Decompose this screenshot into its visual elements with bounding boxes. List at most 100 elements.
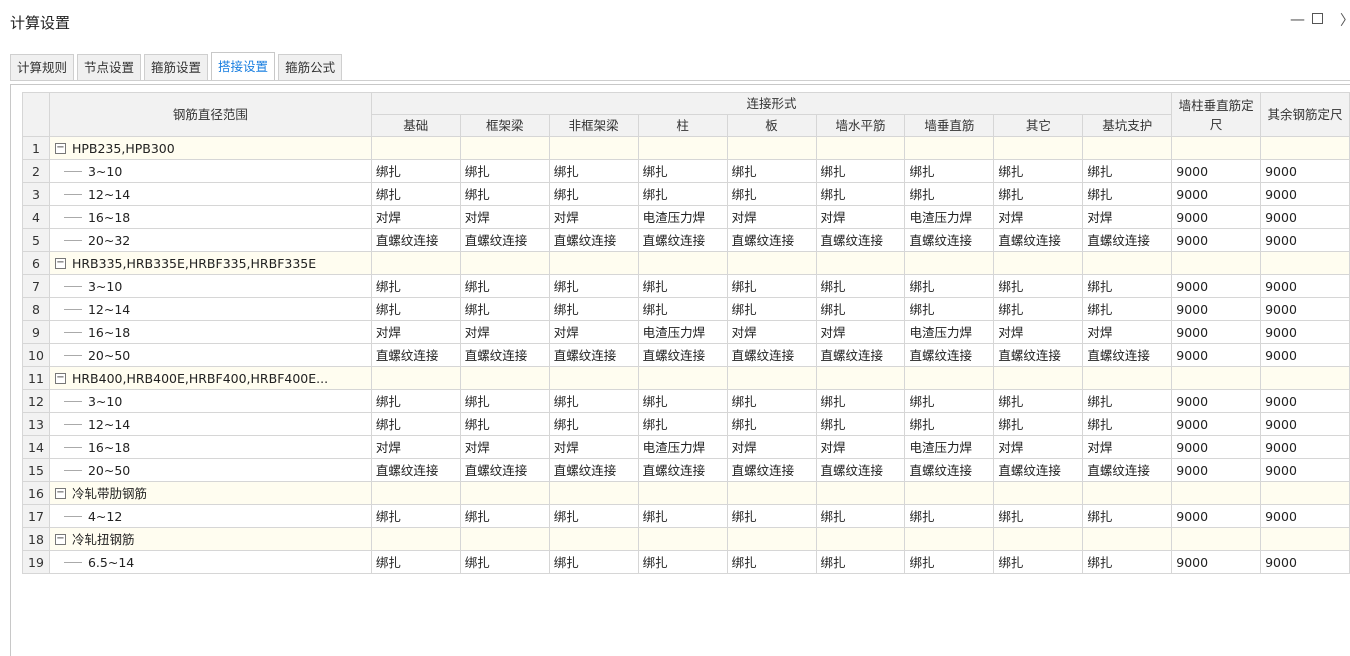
connection-cell[interactable]: 直螺纹连接 — [726, 343, 817, 367]
table-row[interactable]: 4 16~18 对焊 对焊 对焊 电渣压力焊 对焊 对焊 电渣压力焊 对焊 对焊 9000 9000 — [22, 205, 1350, 229]
wall-col-length-cell[interactable]: 9000 — [1171, 320, 1262, 344]
row-number[interactable]: 7 — [22, 274, 50, 298]
other-length-cell[interactable]: 9000 — [1260, 504, 1350, 528]
range-cell[interactable]: 20~32 — [48, 228, 372, 252]
connection-cell[interactable]: 对焊 — [459, 205, 550, 229]
connection-cell[interactable]: 直螺纹连接 — [1082, 458, 1173, 482]
connection-cell[interactable]: 直螺纹连接 — [637, 343, 728, 367]
row-number[interactable]: 18 — [22, 527, 50, 551]
row-number[interactable]: 6 — [22, 251, 50, 275]
table-row[interactable]: 8 12~14 绑扎 绑扎 绑扎 绑扎 绑扎 绑扎 绑扎 绑扎 绑扎 9000 9000 — [22, 297, 1350, 321]
connection-cell[interactable]: 绑扎 — [548, 159, 639, 183]
table-row[interactable]: 3 12~14 绑扎 绑扎 绑扎 绑扎 绑扎 绑扎 绑扎 绑扎 绑扎 9000 9000 — [22, 182, 1350, 206]
connection-cell[interactable]: 对焊 — [459, 435, 550, 459]
table-row[interactable]: 15 20~50 直螺纹连接 直螺纹连接 直螺纹连接 直螺纹连接 直螺纹连接 直螺纹连接 直螺纹… — [22, 458, 1350, 482]
connection-cell[interactable]: 绑扎 — [548, 182, 639, 206]
other-length-cell[interactable]: 9000 — [1260, 274, 1350, 298]
connection-cell[interactable]: 绑扎 — [370, 412, 461, 436]
collapse-icon[interactable]: − — [54, 534, 66, 545]
collapse-icon[interactable]: − — [54, 143, 66, 154]
connection-cell[interactable]: 绑扎 — [726, 159, 817, 183]
range-cell[interactable]: − 冷轧扭钢筋 — [48, 527, 372, 551]
connection-cell[interactable]: 绑扎 — [637, 412, 728, 436]
connection-cell[interactable]: 对焊 — [1082, 320, 1173, 344]
row-number[interactable]: 4 — [22, 205, 50, 229]
range-cell[interactable]: − HPB235,HPB300 — [48, 136, 372, 160]
connection-cell[interactable]: 绑扎 — [726, 297, 817, 321]
range-cell[interactable]: − HRB400,HRB400E,HRBF400,HRBF400E... — [48, 366, 372, 390]
connection-cell[interactable]: 绑扎 — [459, 504, 550, 528]
range-cell[interactable]: − 冷轧带肋钢筋 — [48, 481, 372, 505]
wall-col-length-cell[interactable] — [1171, 481, 1262, 505]
connection-cell[interactable]: 对焊 — [1082, 435, 1173, 459]
connection-cell[interactable]: 绑扎 — [370, 159, 461, 183]
connection-cell[interactable]: 绑扎 — [726, 389, 817, 413]
header-wall-col-length[interactable]: 墙柱垂直筋定尺 — [1171, 92, 1262, 137]
connection-cell[interactable]: 对焊 — [370, 435, 461, 459]
connection-cell[interactable]: 绑扎 — [815, 274, 906, 298]
wall-col-length-cell[interactable] — [1171, 527, 1262, 551]
connection-cell[interactable]: 绑扎 — [993, 159, 1084, 183]
connection-cell[interactable] — [726, 136, 817, 160]
connection-cell[interactable]: 直螺纹连接 — [993, 343, 1084, 367]
table-row[interactable]: 10 20~50 直螺纹连接 直螺纹连接 直螺纹连接 直螺纹连接 直螺纹连接 直螺纹连接 直螺纹… — [22, 343, 1350, 367]
connection-cell[interactable] — [370, 481, 461, 505]
row-number[interactable]: 1 — [22, 136, 50, 160]
connection-cell[interactable]: 绑扎 — [726, 412, 817, 436]
minimize-icon[interactable]: — — [1290, 10, 1305, 28]
connection-cell[interactable] — [548, 136, 639, 160]
connection-cell[interactable] — [370, 366, 461, 390]
row-number[interactable]: 9 — [22, 320, 50, 344]
tab-lap-settings[interactable]: 搭接设置 — [211, 52, 276, 80]
connection-cell[interactable] — [548, 251, 639, 275]
connection-cell[interactable]: 绑扎 — [370, 297, 461, 321]
connection-cell[interactable]: 绑扎 — [993, 297, 1084, 321]
table-row[interactable]: 14 16~18 对焊 对焊 对焊 电渣压力焊 对焊 对焊 电渣压力焊 对焊 对焊 9000 9000 — [22, 435, 1350, 459]
connection-cell[interactable] — [815, 366, 906, 390]
connection-cell[interactable]: 绑扎 — [815, 297, 906, 321]
connection-cell[interactable]: 绑扎 — [370, 274, 461, 298]
tab-stirrup-formula[interactable]: 箍筋公式 — [278, 54, 343, 80]
range-cell[interactable]: 16~18 — [48, 435, 372, 459]
connection-cell[interactable]: 直螺纹连接 — [726, 228, 817, 252]
header-conn-col[interactable]: 基础 — [370, 114, 461, 137]
connection-cell[interactable]: 直螺纹连接 — [815, 228, 906, 252]
connection-cell[interactable] — [993, 527, 1084, 551]
range-cell[interactable]: 3~10 — [48, 389, 372, 413]
connection-cell[interactable]: 绑扎 — [1082, 504, 1173, 528]
connection-cell[interactable]: 对焊 — [459, 320, 550, 344]
connection-cell[interactable] — [459, 366, 550, 390]
other-length-cell[interactable] — [1260, 251, 1350, 275]
table-group-row[interactable]: 1− HPB235,HPB300 — [22, 136, 1350, 160]
range-cell[interactable]: 16~18 — [48, 205, 372, 229]
connection-cell[interactable]: 绑扎 — [993, 182, 1084, 206]
range-cell[interactable]: 6.5~14 — [48, 550, 372, 574]
row-number[interactable]: 3 — [22, 182, 50, 206]
connection-cell[interactable]: 绑扎 — [637, 274, 728, 298]
connection-cell[interactable]: 对焊 — [726, 435, 817, 459]
connection-cell[interactable] — [459, 481, 550, 505]
header-conn-col[interactable]: 框架梁 — [459, 114, 550, 137]
connection-cell[interactable]: 直螺纹连接 — [370, 228, 461, 252]
other-length-cell[interactable]: 9000 — [1260, 320, 1350, 344]
connection-cell[interactable]: 电渣压力焊 — [904, 205, 995, 229]
connection-cell[interactable] — [904, 136, 995, 160]
connection-cell[interactable]: 绑扎 — [815, 389, 906, 413]
connection-cell[interactable] — [904, 527, 995, 551]
connection-cell[interactable] — [637, 136, 728, 160]
table-row[interactable]: 17 4~12 绑扎 绑扎 绑扎 绑扎 绑扎 绑扎 绑扎 绑扎 绑扎 9000 9000 — [22, 504, 1350, 528]
connection-cell[interactable]: 绑扎 — [904, 504, 995, 528]
range-cell[interactable]: 12~14 — [48, 182, 372, 206]
connection-cell[interactable]: 绑扎 — [459, 274, 550, 298]
table-group-row[interactable]: 16− 冷轧带肋钢筋 — [22, 481, 1350, 505]
connection-cell[interactable]: 绑扎 — [637, 182, 728, 206]
connection-cell[interactable] — [1082, 251, 1173, 275]
collapse-icon[interactable]: − — [54, 258, 66, 269]
connection-cell[interactable] — [637, 481, 728, 505]
connection-cell[interactable] — [637, 251, 728, 275]
connection-cell[interactable]: 对焊 — [993, 435, 1084, 459]
header-conn-col[interactable]: 板 — [726, 114, 817, 137]
connection-cell[interactable]: 绑扎 — [904, 159, 995, 183]
connection-cell[interactable]: 直螺纹连接 — [459, 228, 550, 252]
wall-col-length-cell[interactable]: 9000 — [1171, 205, 1262, 229]
